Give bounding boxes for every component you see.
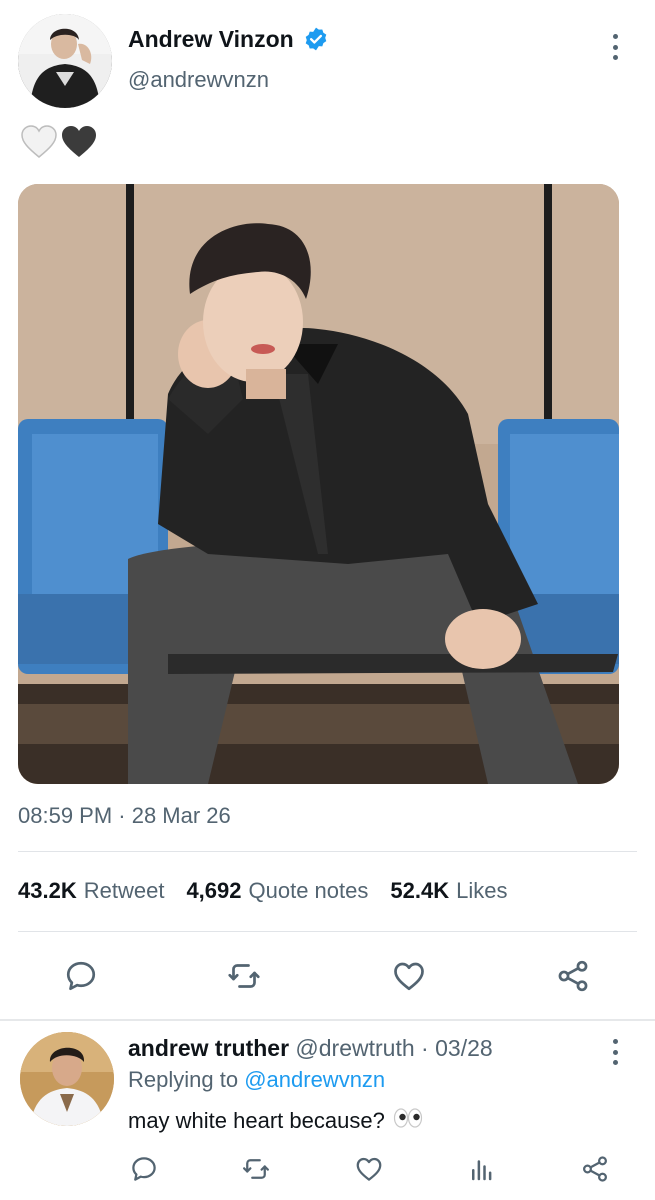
reply-text: may white heart because? bbox=[128, 1106, 423, 1136]
tweet-text bbox=[20, 124, 98, 164]
share-icon bbox=[582, 1156, 608, 1182]
replying-to-handle[interactable]: @andrewvnzn bbox=[244, 1067, 385, 1092]
retweet-button[interactable] bbox=[224, 956, 264, 996]
reply-icon bbox=[132, 1157, 156, 1181]
retweets-label: Retweet bbox=[83, 878, 165, 903]
black-heart-icon bbox=[60, 124, 98, 165]
more-dot bbox=[612, 1049, 618, 1055]
replying-to-prefix: Replying to bbox=[128, 1067, 239, 1092]
share-button[interactable] bbox=[553, 956, 593, 996]
more-dot bbox=[612, 1039, 618, 1044]
retweet-icon bbox=[228, 964, 260, 988]
divider bbox=[18, 851, 637, 852]
more-dot bbox=[612, 55, 618, 60]
more-dot bbox=[612, 34, 618, 39]
reply-retweet-button[interactable] bbox=[238, 1151, 274, 1187]
divider bbox=[18, 931, 637, 932]
reply-author-handle[interactable]: @drewtruth bbox=[295, 1035, 414, 1061]
reply-text-body: may white heart because? bbox=[128, 1108, 385, 1133]
reply-date[interactable]: 03/28 bbox=[435, 1035, 493, 1061]
more-dot bbox=[612, 1060, 618, 1065]
reply-actions bbox=[0, 1145, 655, 1195]
reply-icon bbox=[66, 961, 96, 991]
likes-stat[interactable]: 52.4K Likes bbox=[390, 878, 507, 904]
reply-header: andrew truther @drewtruth · 03/28 bbox=[128, 1035, 493, 1062]
tweet-timestamp[interactable]: 08:59 PM · 28 Mar 26 bbox=[18, 803, 231, 829]
reply-tweet[interactable]: andrew truther @drewtruth · 03/28 Replyi… bbox=[0, 1021, 655, 1200]
tweet-header: Andrew Vinzon @andrewvnzn bbox=[0, 0, 655, 120]
more-options-button[interactable] bbox=[600, 30, 630, 64]
like-icon bbox=[394, 962, 424, 991]
retweet-icon bbox=[243, 1159, 269, 1179]
tweet-photo[interactable] bbox=[18, 184, 619, 784]
author-handle[interactable]: @andrewvnzn bbox=[128, 67, 269, 93]
quotes-stat[interactable]: 4,692 Quote notes bbox=[186, 878, 368, 904]
reply-share-button[interactable] bbox=[577, 1151, 613, 1187]
like-button[interactable] bbox=[389, 956, 429, 996]
white-heart-icon bbox=[20, 124, 58, 165]
reply-more-options-button[interactable] bbox=[600, 1035, 630, 1069]
verified-badge-icon bbox=[303, 26, 329, 52]
reply-avatar[interactable] bbox=[20, 1032, 114, 1126]
like-icon bbox=[356, 1157, 382, 1181]
quotes-count: 4,692 bbox=[186, 878, 242, 903]
reply-like-button[interactable] bbox=[351, 1151, 387, 1187]
reply-separator: · bbox=[421, 1035, 429, 1061]
reply-analytics-button[interactable] bbox=[464, 1151, 500, 1187]
tweet-stats: 43.2K Retweet 4,692 Quote notes 52.4K Li… bbox=[18, 878, 529, 904]
analytics-icon bbox=[472, 1160, 492, 1181]
quotes-label: Quote notes bbox=[248, 878, 369, 903]
reply-author-name[interactable]: andrew truther bbox=[128, 1035, 289, 1061]
likes-count: 52.4K bbox=[390, 878, 450, 903]
more-dot bbox=[612, 44, 618, 50]
reply-reply-button[interactable] bbox=[126, 1151, 162, 1187]
author-name[interactable]: Andrew Vinzon bbox=[128, 26, 294, 53]
author-avatar[interactable] bbox=[18, 14, 112, 108]
likes-label: Likes bbox=[456, 878, 508, 903]
share-icon bbox=[558, 960, 588, 992]
eyes-icon bbox=[393, 1106, 423, 1136]
retweets-count: 43.2K bbox=[18, 878, 77, 903]
replying-to: Replying to @andrewvnzn bbox=[128, 1067, 385, 1093]
reply-button[interactable] bbox=[61, 956, 101, 996]
tweet-actions bbox=[0, 946, 655, 1006]
retweets-stat[interactable]: 43.2K Retweet bbox=[18, 878, 164, 904]
